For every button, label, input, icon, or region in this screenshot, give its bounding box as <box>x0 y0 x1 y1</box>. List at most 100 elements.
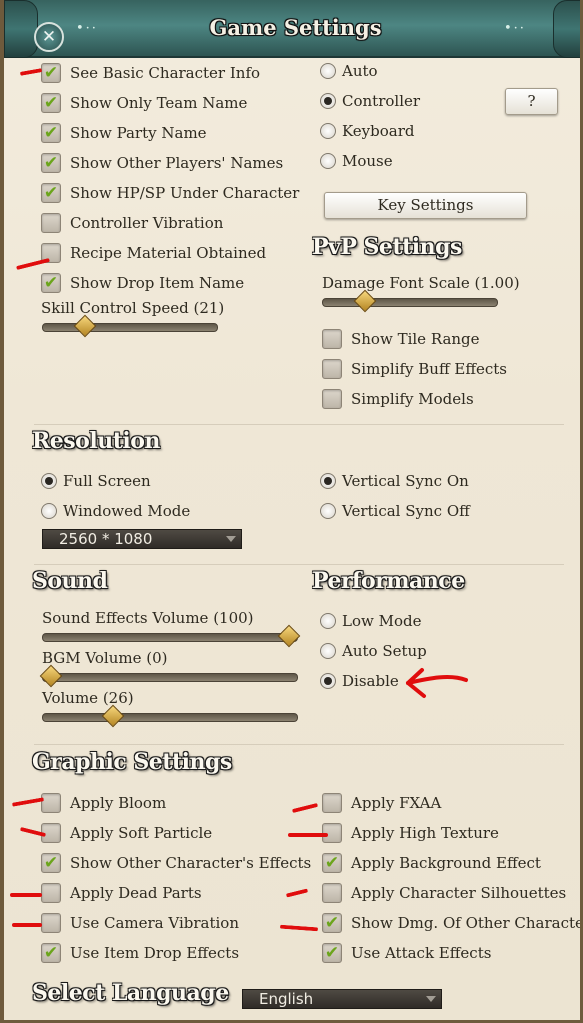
checkbox[interactable] <box>322 389 342 409</box>
radio-vsync-off[interactable]: Vertical Sync Off <box>320 498 470 524</box>
resolution-dropdown[interactable]: 2560 * 1080 <box>42 529 242 549</box>
checkbox[interactable] <box>322 793 342 813</box>
title-bar: •·· •·· Game Settings ✕ <box>4 0 580 58</box>
key-settings-button[interactable]: Key Settings <box>324 192 527 219</box>
radio[interactable] <box>320 673 336 689</box>
checkbox[interactable] <box>41 913 61 933</box>
sound-effects-volume-slider[interactable] <box>42 624 301 648</box>
language-value: English <box>259 990 314 1008</box>
sound-heading: Sound <box>32 568 108 594</box>
checkbox-row-show-party-name[interactable]: ✔ Show Party Name <box>41 120 207 146</box>
annotation-mark <box>12 923 42 927</box>
checkbox-row-apply-dead-parts[interactable]: Apply Dead Parts <box>41 880 202 906</box>
checkbox-row-apply-character-silhouettes[interactable]: Apply Character Silhouettes <box>322 880 566 906</box>
radio-label: Vertical Sync On <box>342 472 469 490</box>
radio-vsync-on[interactable]: Vertical Sync On <box>320 468 469 494</box>
volume-label: Volume (26) <box>42 689 134 707</box>
checkbox[interactable]: ✔ <box>41 123 61 143</box>
checkbox[interactable] <box>41 883 61 903</box>
radio-label: Keyboard <box>342 122 415 140</box>
checkbox-label: Show HP/SP Under Character <box>70 184 300 202</box>
radio-windowed-mode[interactable]: Windowed Mode <box>41 498 190 524</box>
divider <box>34 744 564 745</box>
checkbox[interactable]: ✔ <box>41 63 61 83</box>
radio-full-screen[interactable]: Full Screen <box>41 468 151 494</box>
checkbox-row-use-item-drop-effects[interactable]: ✔ Use Item Drop Effects <box>41 940 239 966</box>
checkbox-label: Simplify Buff Effects <box>351 360 508 378</box>
checkbox-row-use-camera-vibration[interactable]: Use Camera Vibration <box>41 910 239 936</box>
check-icon: ✔ <box>43 273 59 293</box>
checkbox-row-apply-background-effect[interactable]: ✔ Apply Background Effect <box>322 850 541 876</box>
damage-font-scale-slider[interactable] <box>322 289 498 313</box>
checkbox[interactable]: ✔ <box>322 913 342 933</box>
radio[interactable] <box>320 93 336 109</box>
radio-input-auto[interactable]: Auto <box>320 58 378 84</box>
checkbox[interactable] <box>322 329 342 349</box>
radio[interactable] <box>320 123 336 139</box>
checkbox[interactable]: ✔ <box>41 153 61 173</box>
checkbox-row-show-drop-item-name[interactable]: ✔ Show Drop Item Name <box>41 270 244 296</box>
checkbox-row-show-dmg-of-other-characters[interactable]: ✔ Show Dmg. Of Other Characters <box>322 910 580 936</box>
checkbox-row-apply-bloom[interactable]: Apply Bloom <box>41 790 166 816</box>
language-dropdown[interactable]: English <box>242 989 442 1009</box>
volume-slider[interactable] <box>42 704 298 728</box>
checkbox-row-apply-fxaa[interactable]: Apply FXAA <box>322 790 441 816</box>
radio-input-controller[interactable]: Controller <box>320 88 420 114</box>
radio[interactable] <box>41 473 57 489</box>
checkbox-row-show-tile-range[interactable]: Show Tile Range <box>322 326 480 352</box>
radio[interactable] <box>320 153 336 169</box>
skill-control-speed-slider[interactable] <box>42 314 218 338</box>
checkbox-row-apply-high-texture[interactable]: Apply High Texture <box>322 820 499 846</box>
checkbox[interactable]: ✔ <box>322 943 342 963</box>
checkbox-label: Apply Bloom <box>70 794 167 812</box>
checkbox-row-controller-vibration[interactable]: Controller Vibration <box>41 210 223 236</box>
radio-low-mode[interactable]: Low Mode <box>320 608 421 634</box>
radio-auto-setup[interactable]: Auto Setup <box>320 638 427 664</box>
checkbox-row-see-basic-character-info[interactable]: ✔ See Basic Character Info <box>41 60 260 86</box>
checkbox[interactable] <box>322 359 342 379</box>
checkbox-row-show-hp-sp[interactable]: ✔ Show HP/SP Under Character <box>41 180 299 206</box>
chevron-down-icon <box>226 536 236 542</box>
radio-disable[interactable]: Disable <box>320 668 399 694</box>
checkbox[interactable]: ✔ <box>322 853 342 873</box>
radio[interactable] <box>320 63 336 79</box>
checkbox[interactable] <box>41 793 61 813</box>
slider-knob[interactable] <box>73 314 97 338</box>
radio-input-keyboard[interactable]: Keyboard <box>320 118 415 144</box>
help-button[interactable]: ? <box>505 88 558 115</box>
radio[interactable] <box>320 503 336 519</box>
checkbox-row-show-only-team-name[interactable]: ✔ Show Only Team Name <box>41 90 247 116</box>
checkbox[interactable] <box>41 213 61 233</box>
checkbox-row-use-attack-effects[interactable]: ✔ Use Attack Effects <box>322 940 491 966</box>
checkbox-row-recipe-material-obtained[interactable]: Recipe Material Obtained <box>41 240 266 266</box>
annotation-mark <box>279 924 319 932</box>
check-icon: ✔ <box>43 183 59 203</box>
checkbox[interactable]: ✔ <box>41 853 61 873</box>
check-icon: ✔ <box>43 943 59 963</box>
radio[interactable] <box>320 613 336 629</box>
checkbox[interactable]: ✔ <box>41 93 61 113</box>
slider-knob[interactable] <box>39 664 63 688</box>
radio[interactable] <box>320 473 336 489</box>
checkbox-row-show-other-character-effects[interactable]: ✔ Show Other Character's Effects <box>41 850 311 876</box>
slider-knob[interactable] <box>277 624 301 648</box>
checkbox-row-apply-soft-particle[interactable]: Apply Soft Particle <box>41 820 212 846</box>
slider-knob[interactable] <box>353 289 377 313</box>
bgm-volume-slider[interactable] <box>39 664 298 688</box>
checkbox-row-simplify-buff-effects[interactable]: Simplify Buff Effects <box>322 356 507 382</box>
radio[interactable] <box>320 643 336 659</box>
checkbox-row-simplify-models[interactable]: Simplify Models <box>322 386 474 412</box>
slider-knob[interactable] <box>101 704 125 728</box>
checkbox[interactable]: ✔ <box>41 183 61 203</box>
radio[interactable] <box>41 503 57 519</box>
checkbox[interactable] <box>322 883 342 903</box>
checkbox-label: Apply Background Effect <box>351 854 541 872</box>
checkbox[interactable]: ✔ <box>41 943 61 963</box>
checkbox-row-show-other-players-names[interactable]: ✔ Show Other Players' Names <box>41 150 283 176</box>
check-icon: ✔ <box>324 853 340 873</box>
annotation-mark <box>288 833 328 837</box>
annotation-mark <box>285 888 309 898</box>
checkbox[interactable]: ✔ <box>41 273 61 293</box>
close-icon[interactable]: ✕ <box>34 22 64 52</box>
radio-input-mouse[interactable]: Mouse <box>320 148 393 174</box>
